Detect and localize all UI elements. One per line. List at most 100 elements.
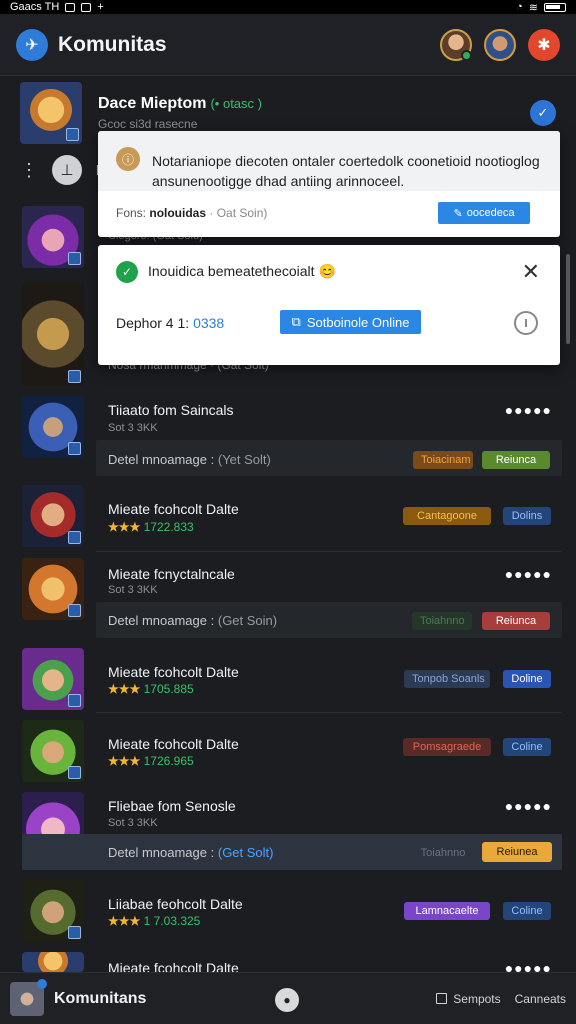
status-chip[interactable]: Coline — [503, 738, 551, 756]
user-avatar-2[interactable] — [484, 28, 516, 61]
game-thumbnail — [22, 720, 84, 782]
alarm-icon: ◔ — [516, 1, 523, 13]
category-chip[interactable]: Toiahnno — [412, 612, 472, 630]
game-name: Mieate fcohcolt Dalte — [108, 501, 239, 517]
status-chip[interactable]: Doline — [503, 670, 551, 688]
list-controls: ⋮ ⊥ lo — [20, 155, 107, 185]
game-thumbnail — [22, 485, 84, 547]
game-rating: ★★★ 1705.885 — [108, 682, 194, 696]
game-members: Sot 3 3KK — [108, 422, 158, 434]
bottom-title: Komunitans — [54, 989, 147, 1007]
notification-icon — [65, 2, 76, 12]
featured-title: Dace Mieptom — [98, 95, 207, 112]
featured-game-thumbnail — [20, 82, 82, 144]
category-chip[interactable]: Pomsagraede — [403, 738, 491, 756]
game-rating: ★★★ 1726.965 — [108, 754, 194, 768]
game-detail: Detel mnoamage : (Get Solt) — [108, 845, 273, 860]
game-detail: Detel mnoamage : (Get Soin) — [108, 613, 277, 628]
platform-badge-icon — [68, 252, 81, 265]
app-title: Komunitas — [58, 32, 167, 56]
from-label: Fons: — [116, 206, 147, 220]
home-icon[interactable]: ● — [275, 988, 299, 1012]
game-detail: Detel mnoamage : (Yet Solt) — [108, 452, 271, 467]
game-thumbnail — [22, 396, 84, 458]
game-thumbnail — [22, 282, 84, 386]
profile-avatar[interactable] — [10, 978, 47, 1016]
game-thumbnail — [22, 952, 84, 972]
from-meta: · Oat Soin) — [209, 206, 268, 220]
notification-action-label: oocedeca — [466, 207, 515, 219]
rating-stars-icon: ★★★ — [108, 754, 141, 768]
platform-badge-icon — [68, 694, 81, 707]
game-name: Tiiaato fom Saincals — [108, 402, 234, 418]
category-chip[interactable]: Toiacinam — [413, 451, 473, 469]
close-icon[interactable]: ✕ — [522, 259, 540, 285]
status-chip[interactable]: Dolins — [503, 507, 551, 525]
notification-from: Fons: nolouidas · Oat Soin) — [116, 206, 267, 220]
notification-card[interactable]: ⓘ Notarianiope diecoten ontaler coertedo… — [98, 131, 560, 237]
featured-subtitle: Gcoc si3d rasecne — [98, 117, 198, 131]
game-thumbnail — [22, 648, 84, 710]
platform-badge-icon — [68, 926, 81, 939]
app-notification-icon — [81, 2, 92, 12]
game-name: Mieate fcohcolt Dalte — [108, 736, 239, 752]
notification-action-button[interactable]: ✎ oocedeca — [438, 202, 530, 224]
settings-toggle[interactable]: Sempots — [436, 992, 501, 1006]
detail-value: (Yet Solt) — [217, 452, 271, 467]
notification-message: Inouidica bemeatethecoialt 😊 — [148, 263, 336, 280]
featured-action-icon[interactable]: ✓ — [530, 100, 556, 126]
category-chip[interactable]: Cantagoone — [403, 507, 491, 525]
detail-label: Detel mnoamage : — [108, 845, 215, 860]
game-thumbnail — [22, 880, 84, 942]
edit-icon: ✎ — [453, 207, 463, 220]
status-chip[interactable]: Reiunca — [482, 451, 550, 469]
status-bar: Gaacs TH + ◔ ≋ — [0, 0, 576, 14]
notification-card[interactable]: ✓ Inouidica bemeatethecoialt 😊 ✕ Dephor … — [98, 245, 560, 365]
app-bar: ✈ Komunitas ✱ — [0, 14, 576, 76]
more-options-icon[interactable]: ●●●●● — [505, 566, 552, 582]
online-button-label: Sotboinole Online — [306, 314, 410, 330]
category-chip[interactable]: Tonpob Soanls — [404, 670, 490, 688]
detail-label: Detel mnoamage : — [108, 452, 215, 467]
platform-badge-icon — [68, 604, 81, 617]
platform-badge-icon — [68, 442, 81, 455]
game-name: Fliebae fom Senosle — [108, 798, 236, 814]
user-avatar-1[interactable] — [440, 28, 472, 61]
notification-message-text: Inouidica bemeatethecoialt — [148, 263, 315, 279]
rating-stars-icon: ★★★ — [108, 682, 141, 696]
sort-icon[interactable]: ⊥ — [52, 155, 82, 185]
deploy-value: 0338 — [193, 315, 225, 331]
more-options-icon[interactable]: ●●●●● — [505, 798, 552, 814]
scrollbar[interactable] — [566, 254, 570, 344]
category-chip[interactable]: Toiahnno — [412, 844, 474, 862]
status-chip[interactable]: Reiunca — [482, 612, 550, 630]
status-chip[interactable]: Coline — [503, 902, 551, 920]
status-chip[interactable]: Reiunea — [482, 842, 552, 862]
platform-badge-icon — [66, 128, 79, 141]
app-menu-icon[interactable]: ✱ — [528, 28, 560, 61]
cancel-button[interactable]: Canneats — [515, 992, 566, 1006]
online-button[interactable]: ⧉ Sotboinole Online — [280, 310, 421, 334]
more-vertical-icon[interactable]: ⋮ — [20, 160, 38, 181]
rating-stars-icon: ★★★ — [108, 914, 141, 928]
notification-message: Notarianiope diecoten ontaler coertedolk… — [152, 153, 540, 189]
game-thumbnail — [22, 558, 84, 620]
divider — [96, 712, 562, 713]
category-chip[interactable]: Lamnacaelte — [404, 902, 490, 920]
rating-value: 1726.965 — [143, 754, 194, 768]
info-icon: ⓘ — [116, 147, 140, 171]
game-name: Mieate fcohcolt Dalte — [108, 664, 239, 680]
game-rating: ★★★ 1 7.03.325 — [108, 914, 200, 928]
battery-icon — [544, 2, 566, 12]
power-icon[interactable] — [514, 311, 538, 335]
status-time: Gaacs TH — [10, 1, 60, 13]
share-icon: ⧉ — [291, 314, 301, 329]
game-members: Sot 3 3KK — [108, 584, 158, 596]
bottom-bar: Komunitans ● Sempots Canneats — [0, 972, 576, 1024]
game-name: Liiabae feohcolt Dalte — [108, 896, 243, 912]
checkbox-icon[interactable] — [436, 992, 448, 1004]
more-options-icon[interactable]: ●●●●● — [505, 402, 552, 418]
detail-label: Detel mnoamage : — [108, 613, 215, 628]
smile-icon: 😊 — [318, 263, 336, 279]
check-icon: ✓ — [116, 261, 138, 283]
